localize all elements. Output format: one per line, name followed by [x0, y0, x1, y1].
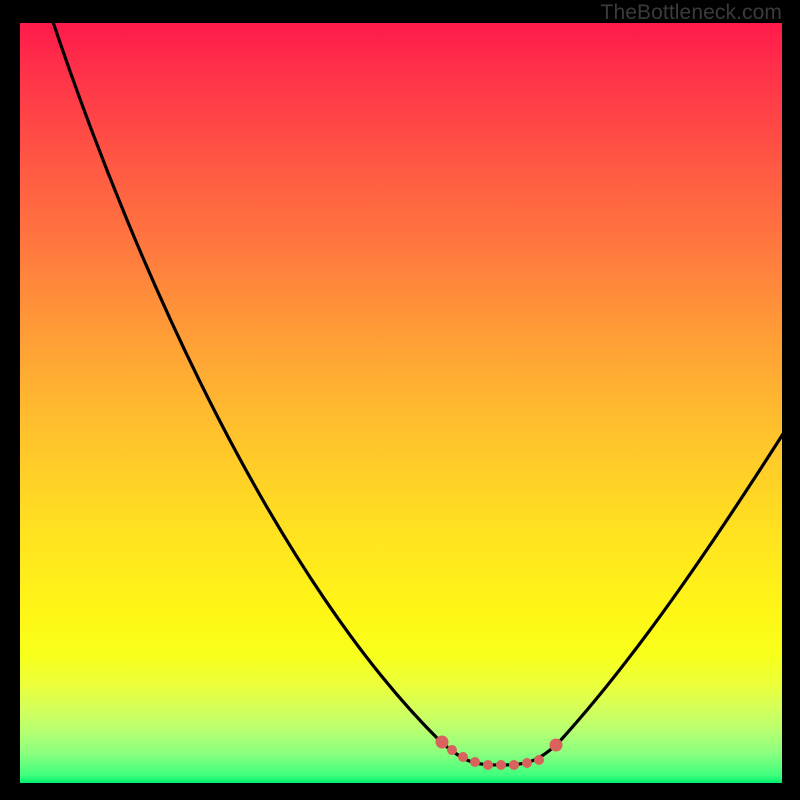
- curve-path: [50, 13, 790, 765]
- marker-dot: [550, 739, 563, 752]
- marker-dot: [470, 757, 480, 767]
- watermark-text: TheBottleneck.com: [601, 1, 782, 25]
- marker-dot: [483, 760, 493, 770]
- plot-area: [20, 23, 782, 783]
- bottleneck-curve: [20, 23, 782, 783]
- marker-dot: [534, 755, 544, 765]
- marker-dot: [509, 760, 519, 770]
- marker-dot: [447, 745, 457, 755]
- marker-dot: [496, 760, 506, 770]
- marker-dot: [458, 752, 468, 762]
- marker-dot: [436, 736, 449, 749]
- marker-dot: [522, 758, 532, 768]
- chart-frame: TheBottleneck.com: [0, 0, 800, 800]
